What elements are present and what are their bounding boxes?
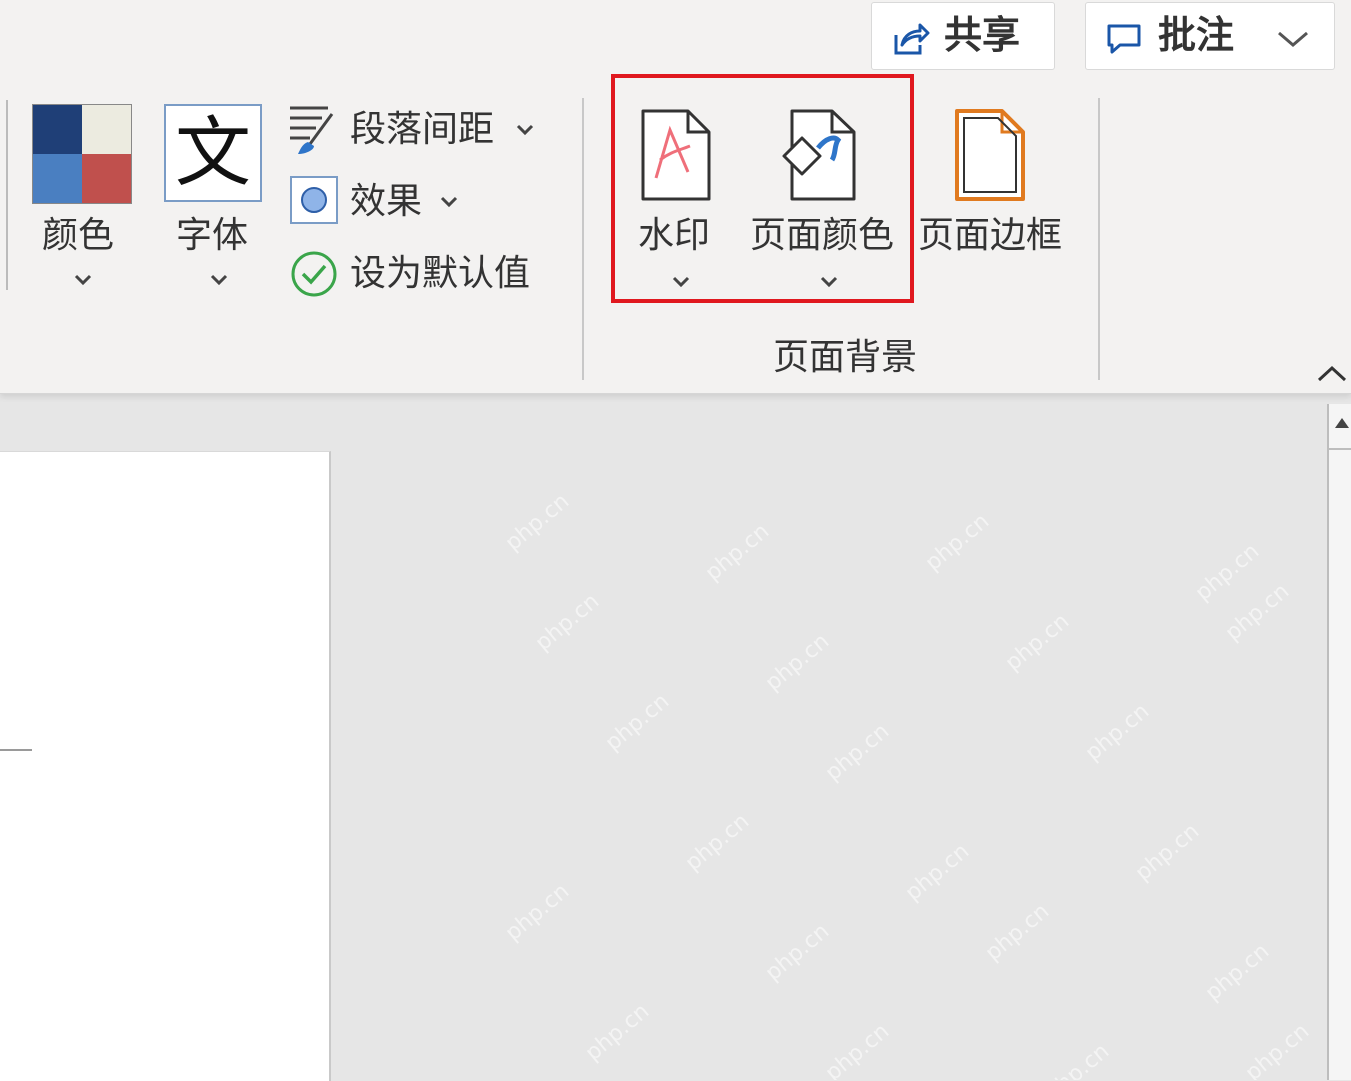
ribbon: 共享 批注 颜色 文 字体 段落间距 效果 设为默认值 水印 页面颜色 页面边框…	[0, 0, 1351, 394]
watermark-text: php.cn	[530, 588, 605, 657]
theme-colors-icon	[32, 104, 132, 204]
watermark-text: php.cn	[820, 1018, 895, 1080]
checkmark-circle-icon	[291, 251, 337, 297]
watermark-text: php.cn	[1240, 1018, 1315, 1080]
comment-label: 批注	[1158, 13, 1235, 57]
watermark-text: php.cn	[500, 488, 575, 557]
set-as-default-button[interactable]: 设为默认值	[288, 248, 548, 300]
watermark-text: php.cn	[1130, 818, 1205, 887]
share-icon	[894, 23, 930, 55]
watermark-text: php.cn	[600, 688, 675, 757]
watermark-text: php.cn	[1080, 698, 1155, 767]
fonts-label: 字体	[176, 215, 249, 256]
highlight-box	[611, 74, 914, 303]
chevron-down-icon	[440, 196, 458, 208]
chevron-down-icon	[516, 124, 534, 136]
scroll-thumb[interactable]	[1329, 448, 1351, 460]
watermark-text: php.cn	[700, 518, 775, 587]
vertical-scrollbar[interactable]	[1327, 404, 1351, 1080]
document-page[interactable]	[0, 451, 331, 1081]
watermark-text: php.cn	[820, 718, 895, 787]
watermark-text: php.cn	[1200, 938, 1275, 1007]
scroll-up-arrow-icon[interactable]	[1333, 414, 1351, 430]
page-background-group-label: 页面背景	[772, 337, 917, 378]
effects-label: 效果	[350, 181, 423, 222]
watermark-text: php.cn	[580, 998, 655, 1067]
watermark-text: php.cn	[1040, 1038, 1115, 1080]
watermark-text: php.cn	[900, 838, 975, 907]
paragraph-spacing-button[interactable]: 段落间距	[288, 104, 548, 156]
page-borders-button[interactable]: 页面边框	[916, 104, 1076, 264]
watermark-text: php.cn	[1220, 578, 1295, 647]
collapse-ribbon-icon[interactable]	[1316, 364, 1348, 384]
share-button[interactable]: 共享	[871, 2, 1055, 70]
set-as-default-label: 设为默认值	[350, 253, 531, 294]
fonts-button[interactable]: 文 字体	[162, 102, 266, 302]
share-label: 共享	[944, 13, 1021, 57]
paragraph-spacing-icon	[290, 106, 334, 154]
chevron-down-icon	[74, 274, 92, 286]
watermark-text: php.cn	[1190, 538, 1265, 607]
watermark-text: php.cn	[980, 898, 1055, 967]
comment-icon	[1107, 24, 1141, 54]
comments-button[interactable]: 批注	[1085, 2, 1335, 70]
gallery-edge[interactable]	[0, 100, 8, 290]
watermark-text: php.cn	[920, 508, 995, 577]
chevron-down-icon	[210, 274, 228, 286]
group-divider	[1098, 98, 1100, 380]
watermark-text: php.cn	[760, 628, 835, 697]
margin-mark	[0, 749, 32, 751]
page-borders-icon	[955, 109, 1025, 201]
page-borders-label: 页面边框	[918, 215, 1063, 256]
effects-button[interactable]: 效果	[288, 176, 478, 228]
chevron-down-icon[interactable]	[1276, 29, 1310, 49]
watermark-text: php.cn	[680, 808, 755, 877]
group-divider	[582, 98, 584, 380]
colors-button[interactable]: 颜色	[30, 102, 134, 302]
watermark-text: php.cn	[1000, 608, 1075, 677]
watermark-text: php.cn	[500, 878, 575, 947]
paragraph-spacing-label: 段落间距	[350, 109, 495, 150]
colors-label: 颜色	[42, 215, 115, 256]
watermark-text: php.cn	[760, 918, 835, 987]
theme-fonts-icon: 文	[164, 104, 262, 202]
effects-icon	[290, 176, 338, 224]
